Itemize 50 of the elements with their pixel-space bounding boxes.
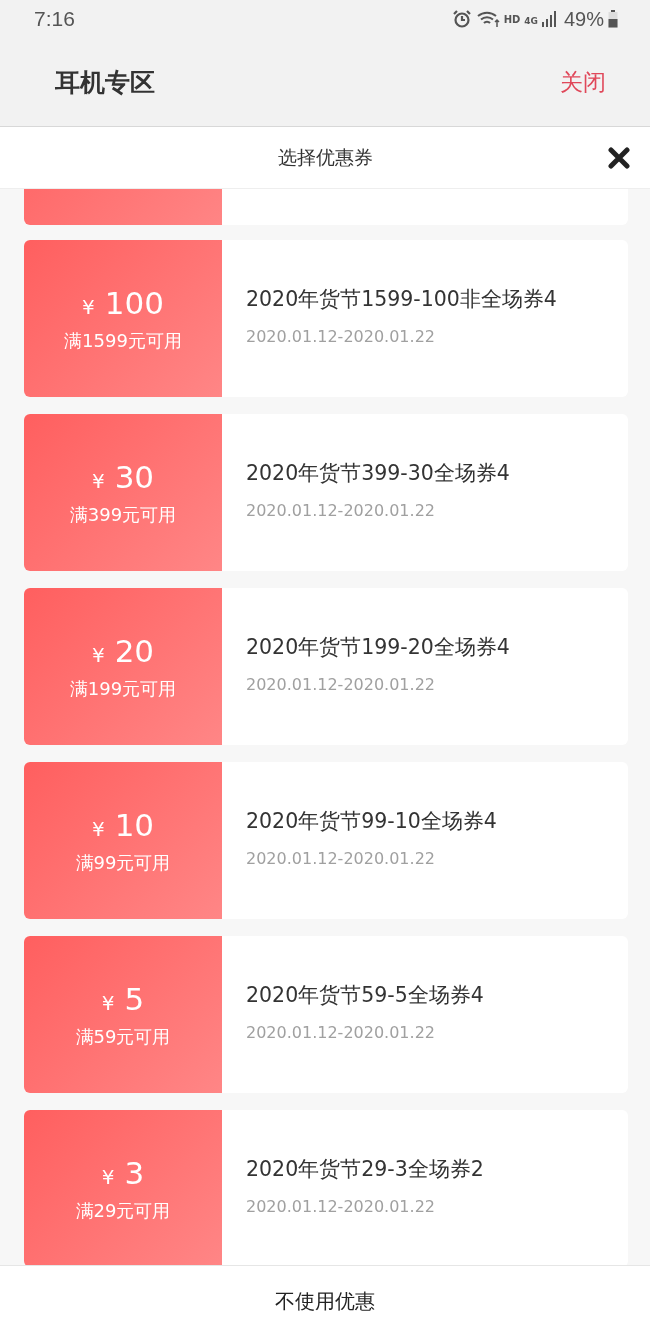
coupon-dates: 2020.01.12-2020.01.22 — [246, 1023, 436, 1042]
currency-sign: ¥ — [91, 642, 105, 667]
coupon-dates: 2020.01.12-2020.01.22 — [246, 1197, 436, 1216]
currency-sign: ¥ — [91, 468, 105, 493]
status-time: 7:16 — [34, 7, 75, 31]
coupon-dates: 2020.01.12-2020.01.22 — [246, 675, 436, 694]
coupon-card[interactable]: ¥ 20 满199元可用 2020年货节199-20全场券4 2020.01.12-2020.01.22 — [24, 588, 628, 745]
coupon-name: 2020年货节99-10全场券4 — [246, 808, 498, 835]
currency-sign: ¥ — [101, 990, 115, 1015]
page-title: 耳机专区 — [55, 66, 155, 99]
close-button[interactable]: 关闭 — [560, 66, 606, 98]
coupon-condition: 满29元可用 — [75, 1198, 171, 1223]
coupon-dates: 2020.01.12-2020.01.22 — [246, 849, 436, 868]
coupon-condition: 满99元可用 — [75, 850, 171, 875]
coupon-amount: 20 — [114, 632, 155, 669]
coupon-card[interactable]: ¥ 100 满1599元可用 2020年货节1599-100非全场券4 2020.01.12-2020.01.22 — [24, 240, 628, 397]
coupon-card[interactable]: ¥ 30 满399元可用 2020年货节399-30全场券4 2020.01.12-2020.01.22 — [24, 414, 628, 571]
coupon-amount: 10 — [114, 806, 155, 843]
battery-percent: 49% — [563, 7, 604, 31]
network-label: 4G — [524, 15, 538, 26]
coupon-condition: 满59元可用 — [75, 1024, 171, 1049]
coupon-card[interactable]: ¥ 5 满59元可用 2020年货节59-5全场券4 2020.01.12-2020.01.22 — [24, 936, 628, 1093]
coupon-dates: 2020.01.12-2020.01.22 — [246, 501, 436, 520]
coupon-condition: 满1599元可用 — [64, 328, 182, 353]
battery-icon — [608, 10, 618, 28]
currency-sign: ¥ — [82, 294, 95, 319]
coupon-dates: 2020.01.12-2020.01.22 — [246, 327, 436, 346]
coupon-amount: 3 — [124, 1154, 145, 1191]
coupon-condition: 满199元可用 — [69, 676, 177, 701]
coupon-condition: 满399元可用 — [69, 502, 177, 527]
coupon-name: 2020年货节29-3全场券2 — [246, 1156, 485, 1183]
coupon-name: 2020年货节199-20全场券4 — [246, 634, 511, 661]
currency-sign: ¥ — [91, 816, 105, 841]
alarm-icon — [451, 9, 472, 29]
coupon-name: 2020年货节1599-100非全场券4 — [246, 286, 558, 313]
coupon-name: 2020年货节399-30全场券4 — [246, 460, 511, 487]
close-icon[interactable] — [608, 147, 630, 169]
wifi-icon — [475, 10, 500, 28]
coupon-card[interactable]: ¥ 3 满29元可用 2020年货节29-3全场券2 2020.01.12-2020.01.22 — [24, 1110, 628, 1265]
currency-sign: ¥ — [101, 1164, 115, 1189]
coupon-amount: 100 — [104, 284, 164, 321]
coupon-card[interactable]: ¥ 10 满99元可用 2020年货节99-10全场券4 2020.01.12-2020.01.22 — [24, 762, 628, 919]
hd-label: HD — [503, 13, 521, 25]
coupon-amount: 30 — [114, 458, 155, 495]
coupon-amount: 5 — [124, 980, 145, 1017]
coupon-name: 2020年货节59-5全场券4 — [246, 982, 485, 1009]
no-coupon-button[interactable]: 不使用优惠 — [269, 1286, 381, 1316]
sheet-title: 选择优惠券 — [277, 144, 373, 170]
signal-icon — [541, 11, 556, 27]
coupon-card[interactable] — [24, 189, 628, 225]
